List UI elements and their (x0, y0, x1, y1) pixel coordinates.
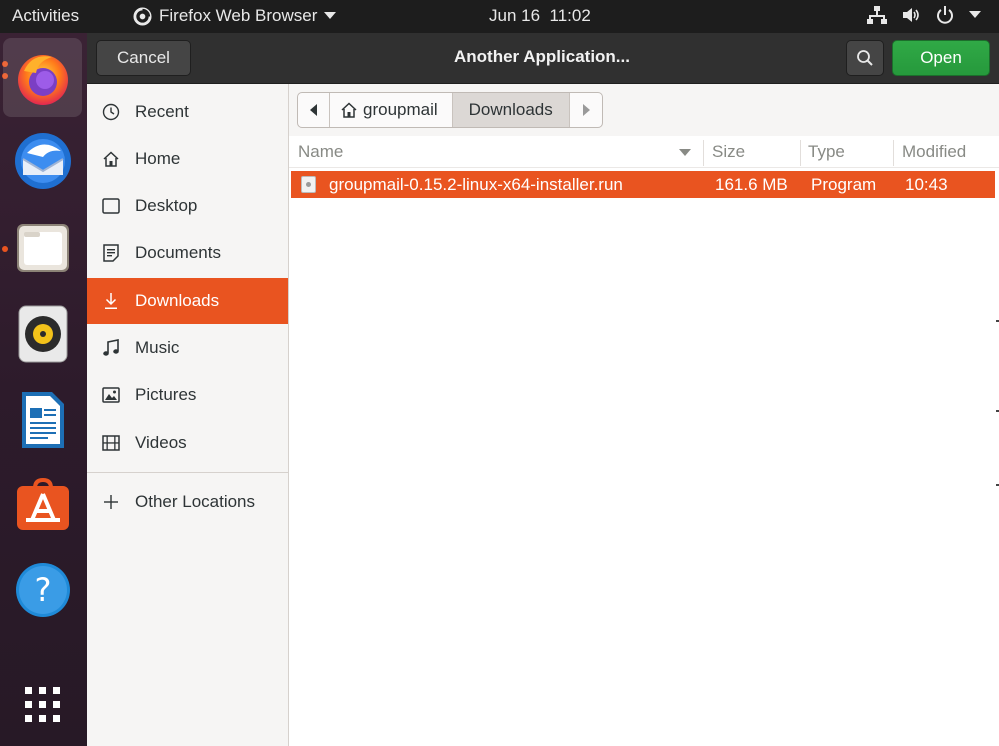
home-icon (103, 151, 119, 167)
download-icon (105, 293, 117, 309)
file-chooser-dialog: Cancel Another Application... Open Recen… (87, 33, 999, 746)
search-button[interactable] (846, 40, 884, 76)
dock: ? (0, 33, 87, 746)
activities-button[interactable]: Activities (12, 6, 79, 26)
plus-icon (104, 495, 118, 509)
sidebar-item-music[interactable]: Music (87, 325, 288, 371)
path-bar: groupmail Downloads (297, 92, 603, 128)
sidebar-item-label: Other Locations (135, 492, 256, 511)
sidebar-item-other-locations[interactable]: Other Locations (87, 479, 288, 525)
path-back-button[interactable] (298, 93, 330, 127)
header-bar: Cancel Another Application... Open (87, 33, 999, 84)
sidebar-item-label: Documents (135, 243, 221, 262)
open-button[interactable]: Open (892, 40, 990, 76)
app-menu-label: Firefox Web Browser (159, 6, 318, 25)
dock-thunderbird[interactable] (3, 121, 82, 200)
sidebar-item-label: Videos (135, 433, 187, 452)
sidebar-item-label: Downloads (135, 291, 220, 310)
dock-software[interactable] (3, 465, 82, 544)
clock-date: Jun 16 (489, 6, 541, 25)
sidebar-item-documents[interactable]: Documents (87, 230, 288, 276)
sidebar-item-desktop[interactable]: Desktop (87, 183, 288, 229)
sidebar-separator (87, 472, 288, 473)
path-bar-area: groupmail Downloads (289, 84, 999, 136)
power-icon (937, 6, 953, 24)
column-type[interactable]: Type (808, 142, 845, 162)
column-name[interactable]: Name (298, 142, 343, 162)
path-forward-button[interactable] (570, 93, 602, 127)
clock-time: 11:02 (549, 6, 591, 25)
column-header: Name Size Type Modified (289, 136, 999, 168)
sidebar-item-label: Pictures (135, 385, 197, 404)
system-tray[interactable] (867, 5, 981, 25)
music-icon (103, 339, 119, 356)
sort-down-icon[interactable] (679, 149, 691, 157)
sidebar-item-label: Desktop (135, 196, 198, 215)
dock-help[interactable]: ? (3, 550, 82, 629)
rhythmbox-icon (18, 305, 67, 362)
file-pane: groupmail Downloads Name Size Type Modif… (289, 84, 999, 746)
sidebar-item-pictures[interactable]: Pictures (87, 372, 288, 418)
sidebar-item-downloads[interactable]: Downloads (87, 278, 288, 324)
dialog-title: Another Application... (454, 47, 630, 66)
help-icon: ? (15, 562, 70, 617)
column-divider (800, 140, 801, 166)
chevron-down-icon (324, 12, 337, 19)
dock-rhythmbox[interactable] (3, 294, 82, 373)
path-segment-downloads[interactable]: Downloads (452, 93, 570, 127)
executable-file-icon (301, 176, 316, 193)
volume-icon (903, 8, 919, 22)
libreoffice-writer-icon (21, 391, 64, 448)
dock-libreoffice-writer[interactable] (3, 380, 82, 459)
file-modified: 10:43 (905, 175, 948, 194)
chevron-down-icon (969, 11, 981, 18)
clock[interactable]: Jun 16 11:02 (489, 6, 591, 26)
top-bar: Activities Firefox Web Browser Jun 16 11… (0, 0, 999, 33)
sidebar-item-label: Music (135, 338, 180, 357)
sidebar-item-label: Home (135, 149, 181, 168)
show-apps-icon (24, 686, 60, 722)
path-segment-label: groupmail (363, 100, 438, 119)
app-menu[interactable]: Firefox Web Browser (133, 6, 337, 26)
document-icon (103, 244, 119, 262)
network-icon (867, 6, 887, 24)
clock-icon (102, 103, 120, 121)
places-sidebar: Recent Home Desktop Documents Downloads … (87, 84, 289, 746)
sidebar-item-label: Recent (135, 102, 189, 121)
file-type: Program (811, 175, 877, 194)
dock-files[interactable] (3, 208, 82, 287)
file-name: groupmail-0.15.2-linux-x64-installer.run (329, 175, 623, 194)
chevron-left-icon (309, 104, 317, 116)
files-icon (16, 223, 69, 272)
thunderbird-icon (14, 132, 71, 189)
firefox-icon (17, 54, 68, 105)
home-icon (341, 102, 357, 118)
cancel-button[interactable]: Cancel (96, 40, 191, 76)
file-row[interactable]: groupmail-0.15.2-linux-x64-installer.run… (291, 171, 995, 198)
chevron-right-icon (582, 104, 590, 116)
software-center-icon (16, 477, 69, 530)
search-icon (857, 50, 873, 66)
column-divider (703, 140, 704, 166)
column-modified[interactable]: Modified (902, 142, 966, 162)
path-segment-home[interactable]: groupmail (330, 93, 453, 127)
picture-icon (102, 387, 120, 403)
column-divider (893, 140, 894, 166)
file-size: 161.6 MB (715, 175, 788, 194)
sidebar-item-videos[interactable]: Videos (87, 420, 288, 466)
column-size[interactable]: Size (712, 142, 745, 162)
path-segment-label: Downloads (468, 100, 553, 119)
svg-text:?: ? (34, 571, 51, 609)
video-icon (102, 435, 120, 451)
desktop-icon (102, 198, 120, 214)
dock-firefox[interactable] (3, 38, 82, 117)
firefox-icon (133, 6, 152, 26)
sidebar-item-home[interactable]: Home (87, 136, 288, 182)
sidebar-item-recent[interactable]: Recent (87, 89, 288, 135)
show-applications-button[interactable] (3, 665, 82, 744)
